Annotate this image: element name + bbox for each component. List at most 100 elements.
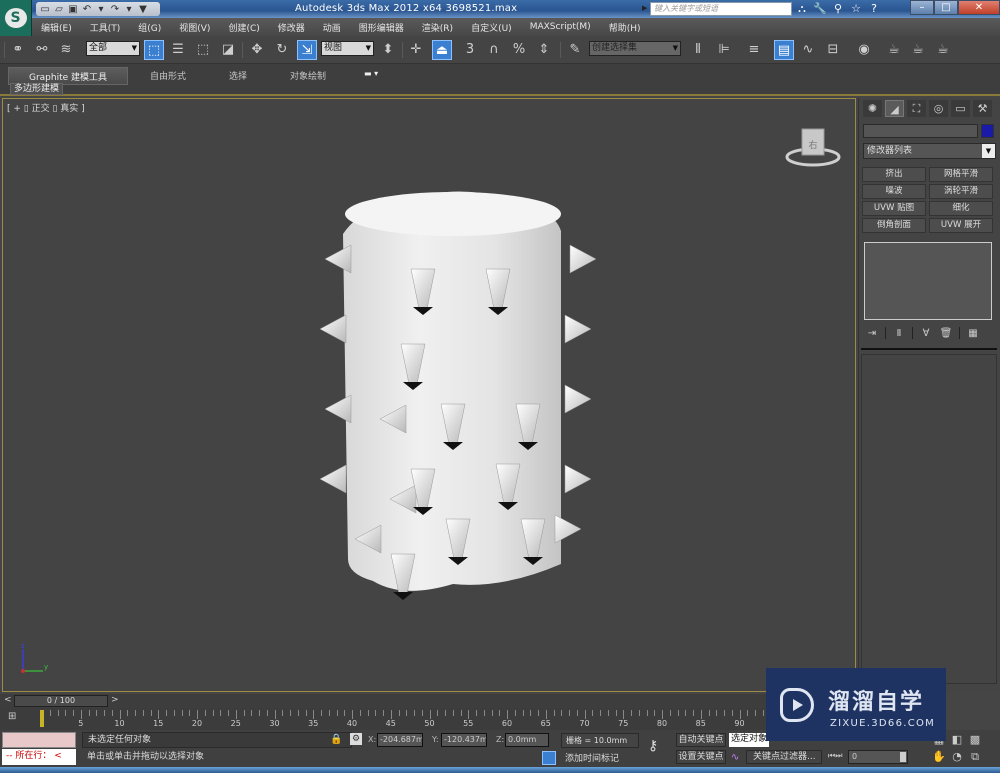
help-icon[interactable]: ?: [867, 2, 881, 16]
spiked-cylinder-model[interactable]: [303, 179, 603, 609]
hierarchy-tab-icon[interactable]: ⛶: [907, 100, 926, 117]
percent-snap-icon[interactable]: %: [509, 40, 529, 60]
redo-icon[interactable]: ↷: [109, 4, 121, 15]
select-by-name-icon[interactable]: ☰: [168, 40, 188, 60]
maximize-viewport-toggle-icon[interactable]: ⧉: [968, 750, 982, 764]
key-filters-button[interactable]: 关键点过滤器...: [746, 750, 822, 764]
schematic-view-icon[interactable]: ⊟: [823, 40, 843, 60]
spinner-arrows-icon[interactable]: [900, 752, 906, 762]
search-input[interactable]: 键入关键字或短语: [650, 2, 792, 16]
time-slider-prev-button[interactable]: <: [4, 695, 14, 707]
set-key-mode-button[interactable]: 设置关键点: [676, 750, 726, 764]
pin-stack-icon[interactable]: ⇥: [865, 328, 879, 339]
viewport-label-menu[interactable]: [ + ▯ 正交 ▯ 真实 ]: [7, 101, 85, 114]
time-slider-thumb[interactable]: 0 / 100: [14, 695, 108, 707]
menu-item-3[interactable]: 视图(V): [170, 21, 219, 34]
snaps-toggle-icon[interactable]: 3: [460, 40, 480, 60]
undo-dropdown-icon[interactable]: ▾: [95, 4, 107, 15]
bind-to-space-warp-icon[interactable]: ≋: [56, 40, 76, 60]
render-production-icon[interactable]: ☕: [933, 40, 953, 60]
maximize-button[interactable]: □: [934, 0, 958, 15]
angle-snap-icon[interactable]: ∩: [484, 40, 504, 60]
configure-modifier-sets-icon[interactable]: ▦: [966, 328, 980, 339]
customize-qat-icon[interactable]: ▼: [137, 4, 149, 15]
align-icon[interactable]: ⊫: [714, 40, 734, 60]
open-mini-curve-editor-icon[interactable]: ⊞: [8, 711, 26, 725]
open-file-icon[interactable]: ▱: [53, 4, 65, 15]
select-and-move-icon[interactable]: ✥: [247, 40, 267, 60]
x-coord-field[interactable]: -204.687mm: [377, 733, 423, 747]
modifier-button[interactable]: 细化: [929, 201, 993, 216]
selection-lock-icon[interactable]: 🔒: [330, 734, 342, 745]
select-and-link-icon[interactable]: ⚭: [8, 40, 28, 60]
redo-dropdown-icon[interactable]: ▾: [123, 4, 135, 15]
menu-item-4[interactable]: 创建(C): [219, 21, 268, 34]
modifier-button[interactable]: 噪波: [862, 184, 926, 199]
star-icon[interactable]: ☆: [849, 2, 863, 16]
pan-view-icon[interactable]: ✋: [932, 750, 946, 764]
time-slider-next-button[interactable]: >: [111, 695, 121, 707]
save-icon[interactable]: ▣: [67, 4, 79, 15]
add-time-tag-button[interactable]: 添加时间标记: [565, 751, 619, 764]
close-button[interactable]: ✕: [958, 0, 1000, 15]
time-slider[interactable]: < 0 / 100 >: [0, 694, 858, 708]
layer-manager-icon[interactable]: ≡: [744, 40, 764, 60]
current-frame-spinner[interactable]: 0: [848, 750, 908, 764]
binoculars-icon[interactable]: ⛬: [795, 2, 809, 16]
use-pivot-center-icon[interactable]: ⬍: [378, 40, 398, 60]
edit-named-selection-icon[interactable]: ✎: [565, 40, 585, 60]
menu-item-11[interactable]: 帮助(H): [600, 21, 650, 34]
set-key-icon[interactable]: ⚷: [648, 738, 658, 754]
zoom-all-icon[interactable]: ▩: [968, 733, 982, 747]
unlink-selection-icon[interactable]: ⚯: [32, 40, 52, 60]
modifier-button[interactable]: 挤出: [862, 167, 926, 182]
modifier-button[interactable]: 倒角剖面: [862, 218, 926, 233]
selection-filter-dropdown[interactable]: 全部 ▼: [86, 41, 140, 56]
rectangular-selection-icon[interactable]: ⬚: [193, 40, 213, 60]
key-selection-set-dropdown[interactable]: 选定对象: [729, 733, 769, 747]
keyboard-shortcut-override-icon[interactable]: ⏏: [432, 40, 452, 60]
ribbon-tab-selection[interactable]: 选择: [208, 67, 268, 85]
modify-tab-icon[interactable]: ◢: [885, 100, 904, 117]
menu-item-5[interactable]: 修改器: [269, 21, 314, 34]
ribbon-panel-polygon-modeling[interactable]: 多边形建模: [10, 83, 64, 95]
modifier-button[interactable]: 涡轮平滑: [929, 184, 993, 199]
maxscript-listener-input[interactable]: [2, 732, 76, 748]
material-editor-icon[interactable]: ◉: [854, 40, 874, 60]
select-and-rotate-icon[interactable]: ↻: [272, 40, 292, 60]
orbit-icon[interactable]: ◔: [950, 750, 964, 764]
track-bar-ruler[interactable]: 051015202530354045505560657075808590: [39, 708, 858, 730]
key-mode-toggle-button[interactable]: ⏮⏭: [828, 751, 842, 761]
object-name-field[interactable]: [863, 124, 978, 138]
make-unique-icon[interactable]: ∀: [919, 328, 933, 339]
select-and-manipulate-icon[interactable]: ✛: [406, 40, 426, 60]
graphite-ribbon-toggle-icon[interactable]: ▤: [774, 40, 794, 60]
modifier-button[interactable]: UVW 贴图: [862, 201, 926, 216]
menu-item-1[interactable]: 工具(T): [81, 21, 130, 34]
object-color-swatch[interactable]: [981, 124, 994, 138]
modifier-list-dropdown[interactable]: 修改器列表 ▼: [863, 143, 996, 159]
ribbon-tab-object-paint[interactable]: 对象绘制: [268, 67, 348, 85]
select-and-scale-icon[interactable]: ⇲: [297, 40, 317, 60]
show-end-result-icon[interactable]: Ⅱ: [892, 328, 906, 339]
utilities-tab-icon[interactable]: ⚒: [973, 100, 992, 117]
wrench-icon[interactable]: 🔧: [813, 2, 827, 16]
menu-item-10[interactable]: MAXScript(M): [521, 22, 600, 32]
mirror-icon[interactable]: ⫴: [688, 40, 708, 60]
menu-item-8[interactable]: 渲染(R): [413, 21, 462, 34]
parameters-rollout-area[interactable]: [861, 354, 997, 684]
new-file-icon[interactable]: ▭: [39, 4, 51, 15]
key-mode-toggle-icon[interactable]: ∿: [731, 752, 739, 763]
absolute-mode-transform-icon[interactable]: ⚙: [350, 733, 362, 745]
modifier-stack[interactable]: [864, 242, 992, 320]
motion-tab-icon[interactable]: ◎: [929, 100, 948, 117]
menu-item-7[interactable]: 图形编辑器: [350, 21, 413, 34]
auto-key-button[interactable]: 自动关键点: [676, 733, 726, 747]
select-object-icon[interactable]: ⬚: [144, 40, 164, 60]
render-setup-icon[interactable]: ☕: [884, 40, 904, 60]
display-tab-icon[interactable]: ▭: [951, 100, 970, 117]
viewcube[interactable]: 右: [783, 121, 843, 171]
ribbon-minimize-toggle[interactable]: ▬ ▾: [364, 69, 378, 78]
window-crossing-icon[interactable]: ◪: [218, 40, 238, 60]
application-button[interactable]: S: [0, 0, 32, 36]
